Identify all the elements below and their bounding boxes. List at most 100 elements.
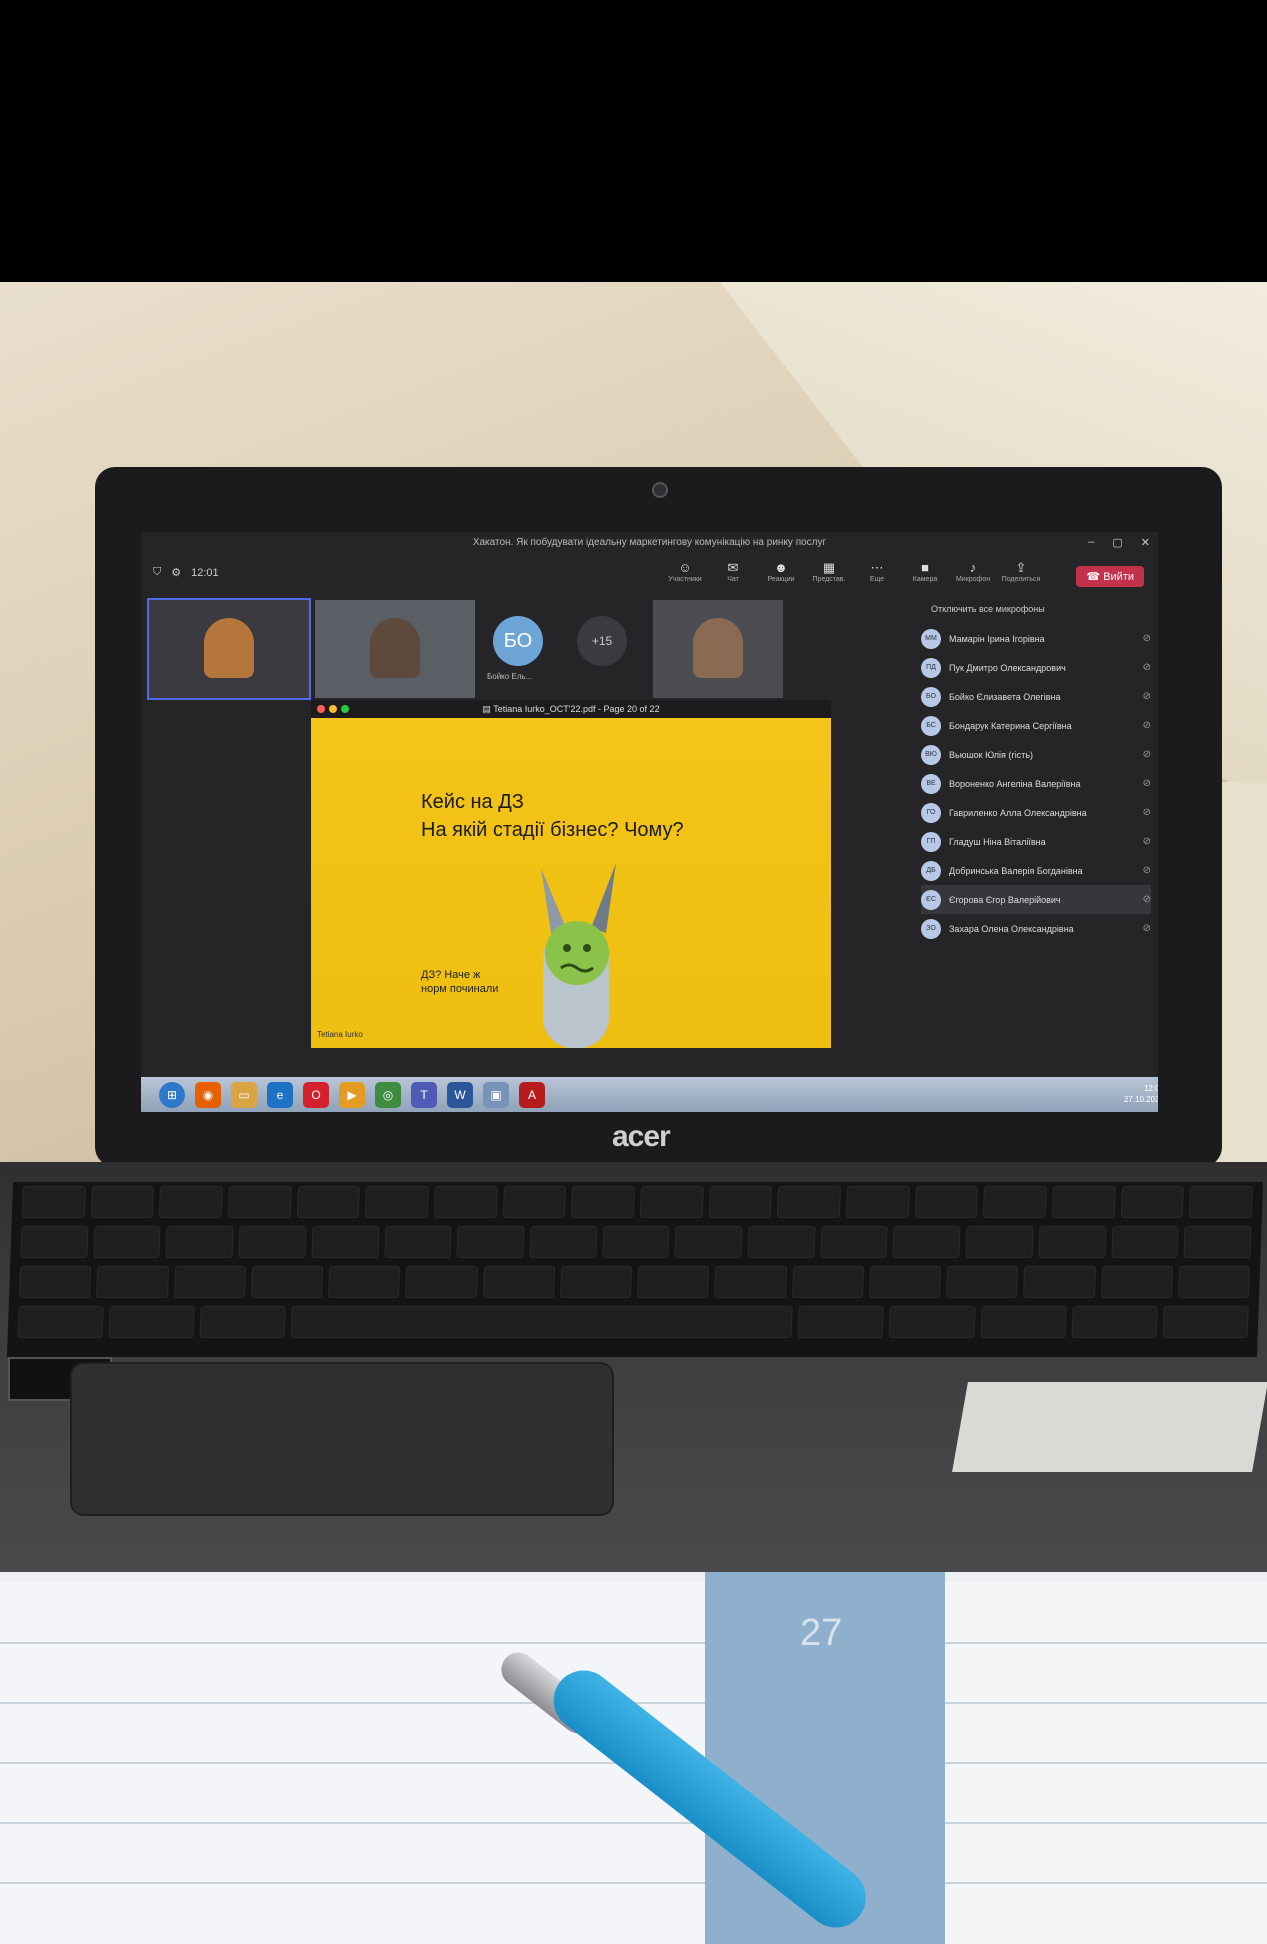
zoom-dot[interactable] xyxy=(341,705,349,713)
taskbar-clock: 12:01 27.10.2023 xyxy=(1124,1083,1158,1105)
minimize-icon[interactable]: – xyxy=(1088,536,1094,549)
participant-row[interactable]: ММ Мамарін Ірина Ігорівна ⊘ xyxy=(921,624,1151,653)
start-icon[interactable]: ⊞ xyxy=(159,1081,185,1108)
participant-row[interactable]: ГП Гладуш Ніна Віталіївна ⊘ xyxy=(921,827,1151,856)
participant-avatar: ЄС xyxy=(921,889,941,910)
share-button[interactable]: ⇪ Поделиться xyxy=(1002,560,1041,583)
more-icon: ⋯ xyxy=(870,560,884,575)
window-dots xyxy=(317,705,349,713)
participant-row[interactable]: ЗО Захара Олена Олександрівна ⊘ xyxy=(921,914,1151,943)
video-tile-2[interactable] xyxy=(315,600,475,698)
mic-button[interactable]: ♪ Микрофон xyxy=(956,560,990,583)
pdf-reader-icon[interactable]: A xyxy=(519,1081,545,1108)
close-dot[interactable] xyxy=(317,705,325,713)
mic-off-icon[interactable]: ⊘ xyxy=(1143,691,1151,702)
slide-note: ДЗ? Наче ж норм починали xyxy=(421,969,499,995)
top-black-bar xyxy=(0,0,1267,282)
reactions-button[interactable]: ☻ Реакции xyxy=(764,560,798,583)
mic-off-icon[interactable]: ⊘ xyxy=(1143,720,1151,731)
participant-avatar: ДБ xyxy=(921,860,941,881)
more-button[interactable]: ⋯ Еще xyxy=(860,560,894,583)
participant-row[interactable]: БО Бойко Єлизавета Олегівна ⊘ xyxy=(921,682,1151,711)
participant-name: Добринська Валерія Богданівна xyxy=(949,865,1083,876)
mic-off-icon[interactable]: ⊘ xyxy=(1143,662,1151,673)
mic-off-icon[interactable]: ⊘ xyxy=(1143,749,1151,760)
participant-name: Єгорова Єгор Валерійович xyxy=(949,894,1061,905)
participant-row[interactable]: ВЕ Вороненко Ангеліна Валеріївна ⊘ xyxy=(921,769,1151,798)
chat-button[interactable]: ✉ Чат xyxy=(716,560,750,583)
mic-off-icon[interactable]: ⊘ xyxy=(1143,778,1151,789)
windows-taskbar: ⊞ ◉ ▭ e O ▶ ◎ T W ▣ A 12:01 27.10.2023 xyxy=(141,1077,1158,1112)
participant-video xyxy=(370,618,420,678)
notebook-right-page xyxy=(945,1582,1267,1944)
participant-avatar: ММ xyxy=(921,628,941,649)
participant-row[interactable]: ПД Пук Дмитро Олександрович ⊘ xyxy=(921,653,1151,682)
notebook-date: 27 xyxy=(800,1612,843,1654)
window-controls[interactable]: – ▢ ✕ xyxy=(1088,536,1150,549)
participant-row[interactable]: БС Бондарук Катерина Сергіївна ⊘ xyxy=(921,711,1151,740)
meeting-info: ⛉ ⚙ 12:01 xyxy=(153,566,219,579)
minimize-dot[interactable] xyxy=(329,705,337,713)
avatar: БО xyxy=(493,616,543,666)
opera-icon[interactable]: O xyxy=(303,1081,329,1108)
mic-off-icon[interactable]: ⊘ xyxy=(1143,836,1151,847)
participant-name: Бондарук Катерина Сергіївна xyxy=(949,720,1072,731)
word-icon[interactable]: W xyxy=(447,1081,473,1108)
participant-name: Вьюшок Юлія (гість) xyxy=(949,749,1034,760)
close-icon[interactable]: ✕ xyxy=(1141,536,1150,549)
participant-avatar: ПД xyxy=(921,657,941,678)
settings-icon[interactable]: ⚙ xyxy=(171,566,181,579)
participant-row[interactable]: ЄС Єгорова Єгор Валерійович ⊘ xyxy=(921,885,1151,914)
bunny-icon xyxy=(541,863,616,1048)
firefox-icon[interactable]: ◉ xyxy=(195,1081,221,1108)
view-button[interactable]: ▦ Представ. xyxy=(812,560,846,583)
media-player-icon[interactable]: ▶ xyxy=(339,1081,365,1108)
participant-avatar: ВЕ xyxy=(921,773,941,794)
slide-title: Кейс на ДЗ На якій стадії бізнес? Чому? xyxy=(421,788,684,844)
mic-off-icon[interactable]: ⊘ xyxy=(1143,865,1151,876)
participant-avatar: ГП xyxy=(921,831,941,852)
participants-panel: Отключить все микрофоны ММ Мамарін Ірина … xyxy=(921,600,1151,1060)
ie-icon[interactable]: e xyxy=(267,1081,293,1108)
more-count: +15 xyxy=(577,616,627,666)
clock-date: 27.10.2023 xyxy=(1123,1095,1158,1104)
mute-all-button[interactable]: Отключить все микрофоны xyxy=(931,604,1151,614)
laptop-brand-logo: acer xyxy=(612,1120,671,1153)
participant-name: Гладуш Ніна Віталіївна xyxy=(949,836,1046,847)
chrome-icon[interactable]: ◎ xyxy=(375,1081,401,1108)
shared-file-label: Tetiana Iurko_OCT'22.pdf - Page 20 of 22 xyxy=(493,704,660,714)
mic-off-icon[interactable]: ⊘ xyxy=(1143,633,1151,644)
video-tile-3[interactable] xyxy=(653,600,783,698)
participant-video xyxy=(204,618,254,678)
mic-off-icon[interactable]: ⊘ xyxy=(1143,807,1151,818)
video-tile-1[interactable] xyxy=(147,598,311,700)
participant-row[interactable]: ГО Гавриленко Алла Олександрівна ⊘ xyxy=(921,798,1151,827)
clock-time: 12:01 xyxy=(1143,1084,1158,1093)
video-tiles: БО Бойко Ель... +15 xyxy=(147,598,783,700)
presentation-slide: Кейс на ДЗ На якій стадії бізнес? Чому? … xyxy=(311,718,831,1048)
camera-button[interactable]: ■ Камера xyxy=(908,560,942,583)
leave-button[interactable]: ☎ Вийти xyxy=(1076,566,1144,587)
chat-icon: ✉ xyxy=(727,560,739,575)
mic-off-icon[interactable]: ⊘ xyxy=(1143,923,1151,934)
participant-avatar: ЗО xyxy=(921,918,941,939)
more-participants-tile[interactable]: +15 xyxy=(567,600,647,698)
people-icon: ☺ xyxy=(678,560,692,575)
participant-name: Гавриленко Алла Олександрівна xyxy=(949,807,1087,818)
teams-icon[interactable]: T xyxy=(411,1081,437,1108)
explorer-icon[interactable]: ▭ xyxy=(231,1081,257,1108)
participant-row[interactable]: ДБ Добринська Валерія Богданівна ⊘ xyxy=(921,856,1151,885)
phone-icon: ☎ xyxy=(1086,571,1104,583)
participant-row[interactable]: ВЮ Вьюшок Юлія (гість) ⊘ xyxy=(921,740,1151,769)
maximize-icon[interactable]: ▢ xyxy=(1112,536,1122,549)
view-icon: ▦ xyxy=(822,560,836,575)
participants-button[interactable]: ☺ Участники xyxy=(668,560,702,583)
participant-name: Пук Дмитро Олександрович xyxy=(949,662,1066,673)
participant-name: Вороненко Ангеліна Валеріївна xyxy=(949,778,1081,789)
participant-name: Бойко Єлизавета Олегівна xyxy=(949,691,1061,702)
folder-icon[interactable]: ▣ xyxy=(483,1081,509,1108)
avatar-tile[interactable]: БО Бойко Ель... xyxy=(481,600,561,698)
meeting-toolbar: ⛉ ⚙ 12:01 ☺ Участники ✉ Чат ☻ Реакции ▦ Пред… xyxy=(141,554,1158,594)
laptop-screen: Хакатон. Як побудувати ідеальну маркетин… xyxy=(141,532,1158,1112)
mic-off-icon[interactable]: ⊘ xyxy=(1143,894,1151,905)
